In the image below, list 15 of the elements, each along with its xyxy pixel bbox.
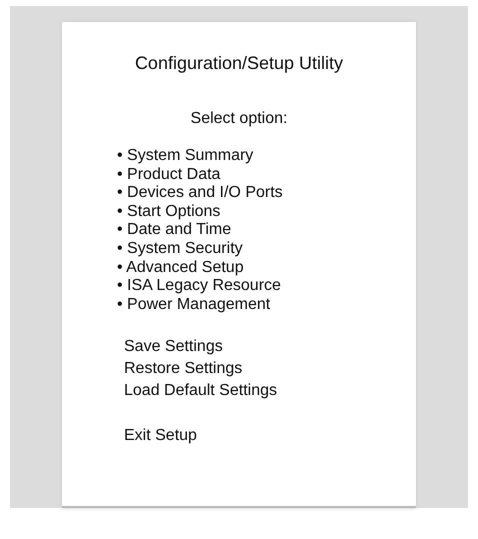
menu-item[interactable]: • Date and Time: [117, 221, 232, 240]
menu-item[interactable]: Save Settings: [124, 336, 223, 358]
screen-title: Configuration/Setup Utility: [134, 53, 344, 73]
menu-item[interactable]: Restore Settings: [124, 358, 242, 380]
menu-item[interactable]: • Product Data: [117, 166, 220, 184]
menu-item[interactable]: • ISA Legacy Resource: [117, 277, 281, 296]
menu-item[interactable]: • Power Management: [117, 296, 270, 314]
menu-item[interactable]: • Devices and I/O Ports: [117, 184, 283, 203]
exit-item[interactable]: Exit Setup: [124, 424, 197, 448]
menu-item[interactable]: • System Summary: [117, 147, 254, 166]
menu-item[interactable]: • Start Options: [117, 202, 220, 222]
prompt-text: Select option:: [190, 110, 288, 127]
menu-item[interactable]: Load Default Settings: [124, 380, 277, 402]
menu-item[interactable]: • Advanced Setup: [117, 258, 244, 278]
menu-item[interactable]: • System Security: [117, 240, 243, 259]
